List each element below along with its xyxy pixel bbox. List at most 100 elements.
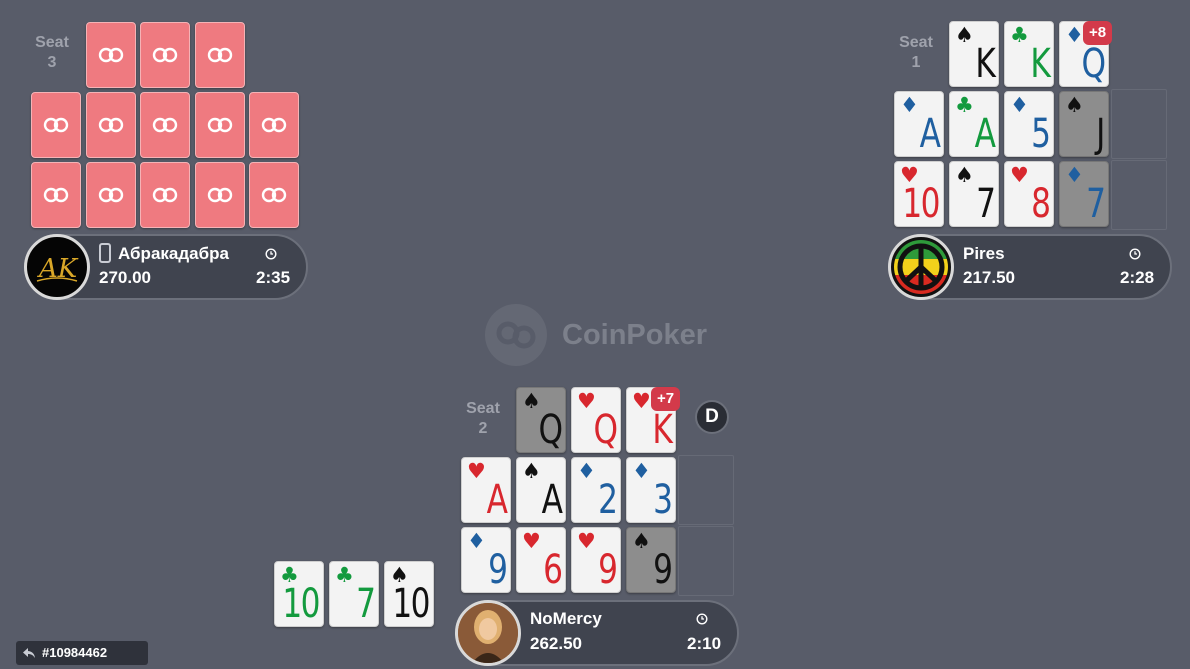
clock-icon: [1129, 248, 1141, 260]
card-rank: A: [541, 477, 562, 523]
card-rank: Q: [538, 407, 563, 453]
player-stack: 217.50: [963, 268, 1015, 287]
seat-label-number: 1: [911, 54, 921, 71]
playing-card: ♠ K: [949, 21, 999, 87]
card-back: [195, 162, 245, 228]
player-name: Pires: [963, 244, 1005, 263]
coinpoker-card-logo-icon: [261, 187, 287, 203]
card-back: [140, 22, 190, 88]
coinpoker-card-logo-icon: [98, 47, 124, 63]
card-rank: 7: [975, 181, 996, 227]
card-rank: 2: [597, 477, 618, 523]
player-stack: 270.00: [99, 268, 151, 287]
card-rank: 7: [1085, 181, 1106, 227]
playing-card: ♦ 7: [1059, 161, 1109, 227]
card-suit: ♦: [1010, 93, 1029, 117]
coinpoker-card-logo-icon: [207, 47, 233, 63]
coinpoker-card-logo-icon: [261, 117, 287, 133]
extra-cards-badge: +8: [1083, 21, 1113, 45]
player-name: Абракадабра: [118, 244, 229, 263]
card-rank: 9: [487, 547, 508, 593]
coinpoker-card-logo-icon: [98, 187, 124, 203]
card-rank: 10: [282, 581, 320, 627]
card-rank: A: [486, 477, 507, 523]
card-rank: 6: [542, 547, 563, 593]
card-rank: A: [919, 111, 940, 157]
coinpoker-logo-text: CoinPoker: [562, 318, 708, 351]
playing-card: ♠ A: [516, 457, 566, 523]
playing-card: ♠ Q: [516, 387, 566, 453]
coinpoker-logo: CoinPoker: [484, 303, 707, 367]
playing-card[interactable]: ♠ 10: [384, 561, 434, 627]
card-rank: K: [652, 407, 672, 453]
card-suit: ♣: [955, 93, 974, 117]
coinpoker-card-logo-icon: [43, 187, 69, 203]
coinpoker-card-logo-icon: [207, 187, 233, 203]
playing-card: ♦ A: [894, 91, 944, 157]
card-suit: ♥: [467, 459, 486, 483]
ak-logo-avatar[interactable]: AK: [24, 234, 90, 300]
card-back: [140, 162, 190, 228]
card-suit: ♥: [1010, 163, 1029, 187]
playing-card: ♦ 5: [1004, 91, 1054, 157]
empty-card-slot: [678, 526, 734, 596]
card-rank: Q: [1081, 41, 1106, 87]
player-timer: 2:28: [1120, 268, 1155, 287]
clock-icon: [696, 613, 708, 625]
playing-card: ♠ J: [1059, 91, 1109, 157]
coinpoker-card-logo-icon: [98, 117, 124, 133]
card-back: [86, 92, 136, 158]
card-suit: ♦: [632, 459, 651, 483]
playing-card: ♥ 6: [516, 527, 566, 593]
empty-card-slot: [1111, 89, 1167, 159]
coinpoker-card-logo-icon: [152, 187, 178, 203]
coinpoker-card-logo-icon: [152, 47, 178, 63]
coinpoker-logo-icon: [485, 304, 547, 366]
card-suit: ♠: [522, 459, 541, 483]
card-rank: A: [974, 111, 995, 157]
peace-sign-avatar[interactable]: [888, 234, 954, 300]
card-suit: ♦: [577, 459, 596, 483]
seat-label-word: Seat: [899, 34, 933, 51]
playing-card[interactable]: ♣ 10: [274, 561, 324, 627]
player-timer: 2:35: [256, 268, 291, 287]
seat-3-label: Seat 3: [32, 33, 72, 73]
card-rank: 9: [652, 547, 673, 593]
reply-arrow-icon: [23, 648, 35, 658]
card-suit: ♣: [335, 563, 354, 587]
card-rank: 5: [1030, 111, 1051, 157]
playing-card: ♣ A: [949, 91, 999, 157]
phone-icon: [99, 243, 111, 263]
playing-card: ♥ A: [461, 457, 511, 523]
card-back: [249, 92, 299, 158]
playing-card: ♠ 9: [626, 527, 676, 593]
woman-photo-icon: [458, 603, 518, 663]
empty-card-slot: [678, 455, 734, 525]
hand-history-button[interactable]: #10984462: [16, 641, 148, 665]
woman-photo-avatar[interactable]: [455, 600, 521, 666]
playing-card: ♥ Q: [571, 387, 621, 453]
ak-logo-icon: AK: [36, 254, 79, 284]
card-back: [31, 162, 81, 228]
card-rank: 10: [392, 581, 430, 627]
seat-label-number: 2: [478, 420, 488, 437]
card-rank: K: [1030, 41, 1050, 87]
card-rank: J: [1096, 111, 1105, 157]
playing-card: ♦ 3: [626, 457, 676, 523]
card-suit: ♠: [1065, 93, 1084, 117]
seat-label-word: Seat: [466, 400, 500, 417]
playing-card: ♦ 2: [571, 457, 621, 523]
playing-card[interactable]: ♣ 7: [329, 561, 379, 627]
card-suit: ♦: [900, 93, 919, 117]
card-rank: 3: [652, 477, 673, 523]
card-suit: ♠: [955, 163, 974, 187]
seat-1-label: Seat 1: [896, 33, 936, 73]
card-rank: 10: [902, 181, 940, 227]
card-back: [86, 162, 136, 228]
clock-icon: [265, 248, 277, 260]
playing-card: ♥ 10: [894, 161, 944, 227]
card-rank: Q: [593, 407, 618, 453]
card-rank: 8: [1030, 181, 1051, 227]
playing-card: ♥ 9: [571, 527, 621, 593]
extra-cards-badge: +7: [651, 387, 681, 411]
